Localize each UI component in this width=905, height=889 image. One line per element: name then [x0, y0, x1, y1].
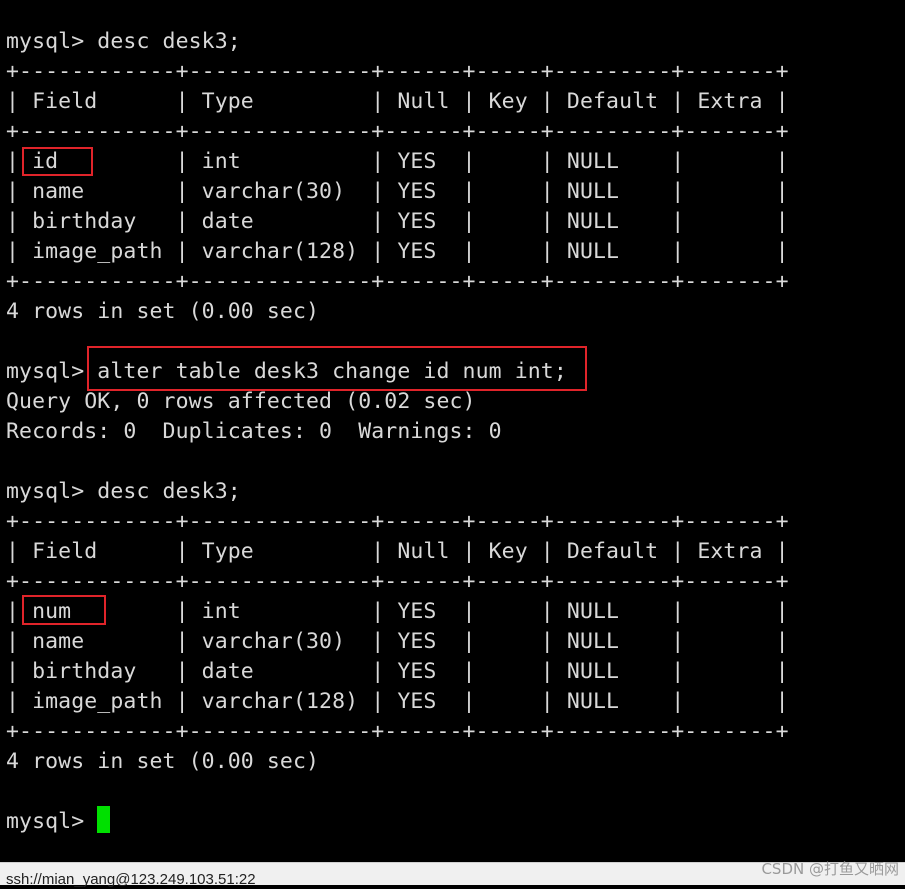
result-summary: 4 rows in set (0.00 sec) [6, 299, 320, 324]
terminal-line: mysql> desc desk3; [6, 29, 241, 54]
table-row: | num | int | YES | | NULL | | [6, 599, 789, 624]
highlight-box-num [22, 595, 106, 625]
table-row: | image_path | varchar(128) | YES | | NU… [6, 239, 789, 264]
mysql-prompt: mysql> [6, 809, 98, 834]
highlight-box-alter [87, 346, 587, 391]
connection-label: ssh://mian_yang@123.249.103.51:22 [6, 871, 256, 888]
table-row: | birthday | date | YES | | NULL | | [6, 209, 789, 234]
watermark-text: CSDN @打鱼又晒网 [761, 860, 899, 878]
table-border: +------------+--------------+------+----… [6, 119, 789, 144]
result-summary: 4 rows in set (0.00 sec) [6, 749, 320, 774]
query-result: Query OK, 0 rows affected (0.02 sec) [6, 389, 476, 414]
highlight-box-id [22, 147, 93, 176]
records-result: Records: 0 Duplicates: 0 Warnings: 0 [6, 419, 502, 444]
table-row: | image_path | varchar(128) | YES | | NU… [6, 689, 789, 714]
terminal-cursor[interactable] [97, 806, 110, 833]
table-border: +------------+--------------+------+----… [6, 59, 789, 84]
table-row: | birthday | date | YES | | NULL | | [6, 659, 789, 684]
table-row: | id | int | YES | | NULL | | [6, 149, 789, 174]
table-border: +------------+--------------+------+----… [6, 569, 789, 594]
terminal-window[interactable]: mysql> desc desk3; +------------+-------… [0, 0, 905, 862]
table-header: | Field | Type | Null | Key | Default | … [6, 539, 789, 564]
table-row: | name | varchar(30) | YES | | NULL | | [6, 179, 789, 204]
table-border: +------------+--------------+------+----… [6, 509, 789, 534]
terminal-line: mysql> desc desk3; [6, 479, 241, 504]
table-border: +------------+--------------+------+----… [6, 269, 789, 294]
table-header: | Field | Type | Null | Key | Default | … [6, 89, 789, 114]
table-border: +------------+--------------+------+----… [6, 719, 789, 744]
table-row: | name | varchar(30) | YES | | NULL | | [6, 629, 789, 654]
